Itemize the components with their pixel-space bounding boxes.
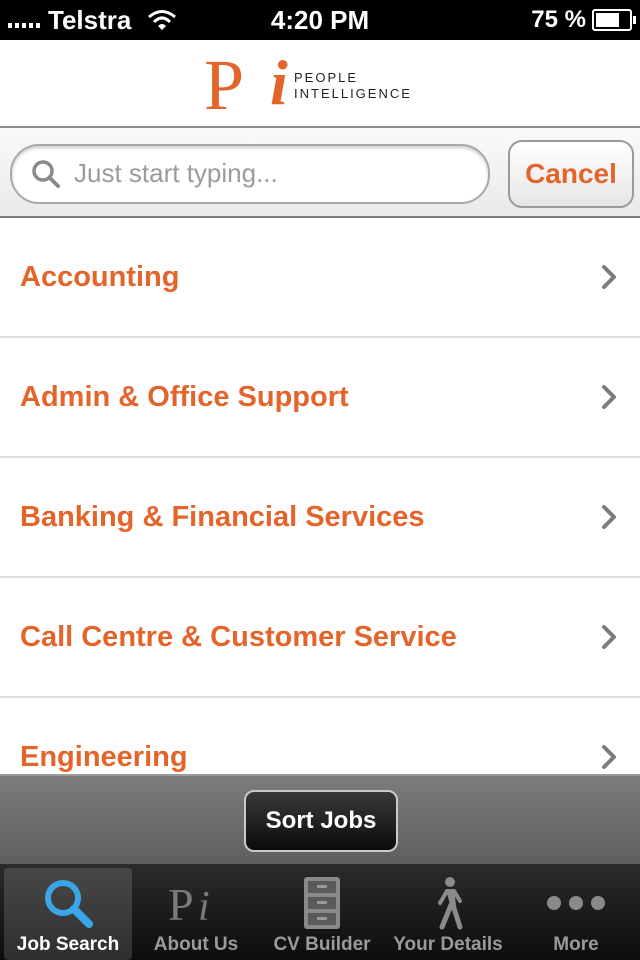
logo-letter-i: i	[270, 47, 288, 118]
tab-your-details[interactable]: Your Details	[384, 868, 512, 960]
chevron-right-icon	[602, 265, 616, 289]
list-item-call-centre-customer-service[interactable]: Call Centre & Customer Service	[0, 578, 640, 698]
list-item-engineering[interactable]: Engineering	[0, 698, 640, 774]
svg-text:P: P	[168, 879, 194, 928]
tab-cv-builder[interactable]: CV Builder	[258, 868, 386, 960]
walking-person-icon	[384, 874, 512, 932]
search-input[interactable]	[74, 153, 474, 193]
list-item-label: Admin & Office Support	[20, 381, 349, 413]
tab-label: More	[553, 934, 599, 955]
search-icon	[32, 160, 60, 188]
chevron-right-icon	[602, 505, 616, 529]
tab-label: Your Details	[393, 934, 503, 955]
list-item-label: Banking & Financial Services	[20, 501, 425, 533]
tab-label: CV Builder	[273, 934, 371, 955]
logo-line-2: INTELLIGENCE	[294, 86, 412, 101]
list-item-label: Engineering	[20, 741, 188, 773]
magnifier-icon	[4, 874, 132, 932]
list-item-label: Call Centre & Customer Service	[20, 621, 457, 653]
battery-percent: 75 %	[531, 6, 586, 33]
list-item-admin-office-support[interactable]: Admin & Office Support	[0, 338, 640, 458]
search-field[interactable]	[10, 144, 490, 204]
sort-toolbar: Sort Jobs	[0, 774, 640, 866]
tab-job-search[interactable]: Job Search	[4, 868, 132, 960]
chevron-right-icon	[602, 625, 616, 649]
status-right: 75 %	[531, 4, 636, 36]
tab-about-us[interactable]: P i About Us	[132, 868, 260, 960]
chevron-right-icon	[602, 385, 616, 409]
tab-label: Job Search	[16, 934, 120, 955]
tab-more[interactable]: More	[512, 868, 640, 960]
svg-text:i: i	[198, 884, 210, 928]
more-dots-icon	[512, 874, 640, 932]
logo-line-1: PEOPLE	[294, 70, 359, 85]
pi-logo-icon: P i	[132, 874, 260, 932]
chevron-right-icon	[602, 745, 616, 769]
app-header: P i PEOPLE INTELLIGENCE	[0, 40, 640, 128]
cancel-button[interactable]: Cancel	[508, 140, 634, 208]
search-bar: Cancel	[0, 128, 640, 218]
file-cabinet-icon	[258, 874, 386, 932]
list-item-accounting[interactable]: Accounting	[0, 218, 640, 338]
list-item-label: Accounting	[20, 261, 180, 293]
logo-letter-p: P	[204, 45, 245, 125]
tab-bar: Job Search P i About Us CV Builder Your …	[0, 864, 640, 960]
sort-jobs-button[interactable]: Sort Jobs	[244, 790, 398, 852]
tab-label: About Us	[153, 934, 239, 955]
category-list: Accounting Admin & Office Support Bankin…	[0, 218, 640, 774]
status-bar: Telstra 4:20 PM 75 %	[0, 0, 640, 40]
people-intelligence-logo: P i PEOPLE INTELLIGENCE	[200, 45, 440, 125]
battery-icon	[592, 9, 636, 31]
list-item-banking-financial-services[interactable]: Banking & Financial Services	[0, 458, 640, 578]
